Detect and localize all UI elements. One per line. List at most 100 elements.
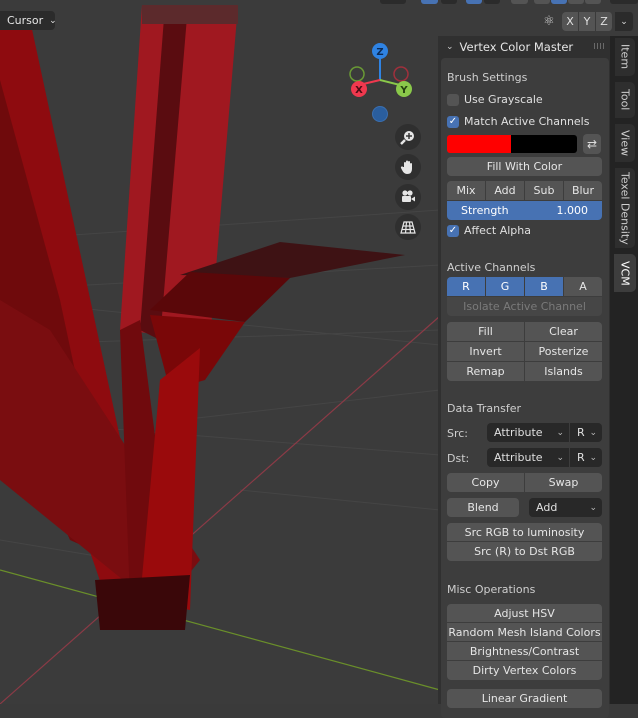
blend-blur-button[interactable]: Blur xyxy=(564,181,602,200)
blend-mix-button[interactable]: Mix xyxy=(447,181,486,200)
transform-pivot-dropdown[interactable]: Cursor ⌄ xyxy=(0,11,57,30)
navigation-gizmo[interactable]: Z X Y xyxy=(345,40,425,125)
primary-color-swatch[interactable] xyxy=(447,135,511,153)
tab-texel-density[interactable]: Texel Density xyxy=(615,168,635,248)
chevron-down-icon: ⌄ xyxy=(49,15,57,26)
channel-g-toggle[interactable]: G xyxy=(486,277,525,296)
tab-tool-label: Tool xyxy=(618,89,632,111)
src-rgb-to-luminosity-button[interactable]: Src RGB to luminosity xyxy=(447,523,602,542)
mirror-y-toggle[interactable]: Y xyxy=(579,12,596,31)
ortho-toggle-button[interactable] xyxy=(395,214,421,240)
channel-a-toggle[interactable]: A xyxy=(564,277,602,296)
section-data-transfer: Data Transfer xyxy=(447,402,521,415)
zoom-button[interactable] xyxy=(395,124,421,150)
copy-button[interactable]: Copy xyxy=(447,473,525,492)
adjust-hsv-button[interactable]: Adjust HSV xyxy=(447,604,602,623)
blend-sub-button[interactable]: Sub xyxy=(525,181,564,200)
use-grayscale-checkbox[interactable]: Use Grayscale xyxy=(447,93,543,106)
camera-icon xyxy=(402,190,415,202)
chevron-down-icon: ⌄ xyxy=(589,502,597,513)
chevron-down-icon: ⌄ xyxy=(556,427,564,438)
remap-button[interactable]: Remap xyxy=(447,362,524,381)
gizmo-x-label: X xyxy=(355,85,363,96)
linear-gradient-button[interactable]: Linear Gradient xyxy=(447,689,602,708)
drag-grip-icon[interactable] xyxy=(594,43,604,49)
dst-channel-dropdown[interactable]: R ⌄ xyxy=(570,448,602,467)
sidebar-tabs: Item Tool View Texel Density VCM xyxy=(610,36,638,704)
secondary-color-swatch[interactable] xyxy=(511,135,577,153)
mirror-options-dropdown[interactable]: ⌄ xyxy=(615,12,634,31)
gizmo-neg-x[interactable] xyxy=(393,66,409,82)
match-active-channels-label: Match Active Channels xyxy=(464,115,590,128)
channel-ops-grid: Fill Clear Invert Posterize Remap Island… xyxy=(447,322,602,381)
tab-tool[interactable]: Tool xyxy=(615,82,635,118)
copy-swap-row: Copy Swap xyxy=(447,473,602,492)
camera-view-button[interactable] xyxy=(395,184,421,210)
channel-r-toggle[interactable]: R xyxy=(447,277,486,296)
src-type-value: Attribute xyxy=(494,426,543,439)
chevron-down-icon: ⌄ xyxy=(556,452,564,463)
fill-with-color-button[interactable]: Fill With Color xyxy=(447,157,602,176)
dst-channel-value: R xyxy=(577,451,585,464)
tab-vcm[interactable]: VCM xyxy=(614,254,636,292)
mirror-x-toggle[interactable]: X xyxy=(562,12,579,31)
dst-type-value: Attribute xyxy=(494,451,543,464)
chevron-down-icon: ⌄ xyxy=(589,427,597,438)
blend-mode-value: Add xyxy=(536,501,558,514)
dst-label: Dst: xyxy=(447,452,470,465)
strength-value: 1.000 xyxy=(556,204,589,217)
brush-color-swatches xyxy=(447,135,577,153)
src-type-dropdown[interactable]: Attribute ⌄ xyxy=(487,423,569,442)
pan-button[interactable] xyxy=(395,154,421,180)
affect-alpha-label: Affect Alpha xyxy=(464,224,532,237)
clear-button[interactable]: Clear xyxy=(525,322,602,341)
swap-button[interactable]: Swap xyxy=(525,473,602,492)
dst-type-dropdown[interactable]: Attribute ⌄ xyxy=(487,448,569,467)
swap-arrows-icon: ⇄ xyxy=(586,137,598,151)
chevron-down-icon: ⌄ xyxy=(620,16,628,27)
panel-title: Vertex Color Master xyxy=(459,40,574,54)
butterfly-mirror-icon[interactable]: ⚛ xyxy=(540,12,558,30)
mirror-axis-toggles: X Y Z ⌄ xyxy=(562,12,634,31)
hand-icon xyxy=(400,160,412,174)
mirror-z-toggle[interactable]: Z xyxy=(596,12,613,31)
blend-mode-selector: Mix Add Sub Blur xyxy=(447,181,602,200)
tab-vcm-label: VCM xyxy=(618,260,632,286)
tab-texel-density-label: Texel Density xyxy=(618,171,632,245)
panel-header[interactable]: ⌄ Vertex Color Master xyxy=(438,36,610,58)
misc-ops-list: Adjust HSV Random Mesh Island Colors Bri… xyxy=(447,604,602,680)
y-axis-line xyxy=(0,569,441,691)
src-r-to-dst-rgb-button[interactable]: Src (R) to Dst RGB xyxy=(447,542,602,561)
brightness-contrast-button[interactable]: Brightness/Contrast xyxy=(447,642,602,661)
blend-add-button[interactable]: Add xyxy=(486,181,525,200)
affect-alpha-checkbox[interactable]: ✓ Affect Alpha xyxy=(447,224,531,237)
isolate-active-channel-button[interactable]: Isolate Active Channel xyxy=(447,297,602,316)
dirty-vertex-colors-button[interactable]: Dirty Vertex Colors xyxy=(447,661,602,680)
match-active-channels-checkbox[interactable]: ✓ Match Active Channels xyxy=(447,115,589,128)
channel-b-toggle[interactable]: B xyxy=(525,277,564,296)
gizmo-neg-z[interactable] xyxy=(372,106,388,122)
checkmark-icon: ✓ xyxy=(447,224,459,237)
tab-view[interactable]: View xyxy=(615,124,635,162)
checkmark-icon: ✓ xyxy=(447,115,459,128)
gizmo-y-label: Y xyxy=(399,85,408,96)
posterize-button[interactable]: Posterize xyxy=(525,342,602,361)
fill-button[interactable]: Fill xyxy=(447,322,524,341)
sidebar-panel: ⌄ Vertex Color Master Brush Settings Use… xyxy=(438,36,610,718)
src-channel-value: R xyxy=(577,426,585,439)
blend-button[interactable]: Blend xyxy=(447,498,519,517)
tab-view-label: View xyxy=(618,129,632,157)
checkbox-empty-icon xyxy=(447,93,459,106)
islands-button[interactable]: Islands xyxy=(525,362,602,381)
swap-colors-button[interactable]: ⇄ xyxy=(583,134,601,154)
tab-item[interactable]: Item xyxy=(615,38,635,76)
strength-slider[interactable]: Strength 1.000 xyxy=(447,201,602,220)
section-active-channels: Active Channels xyxy=(447,261,536,274)
blend-mode-dropdown[interactable]: Add ⌄ xyxy=(529,498,602,517)
chevron-down-icon: ⌄ xyxy=(589,452,597,463)
random-mesh-island-colors-button[interactable]: Random Mesh Island Colors xyxy=(447,623,602,642)
src-channel-dropdown[interactable]: R ⌄ xyxy=(570,423,602,442)
gizmo-neg-y[interactable] xyxy=(349,66,365,82)
invert-button[interactable]: Invert xyxy=(447,342,524,361)
section-misc-operations: Misc Operations xyxy=(447,583,536,596)
